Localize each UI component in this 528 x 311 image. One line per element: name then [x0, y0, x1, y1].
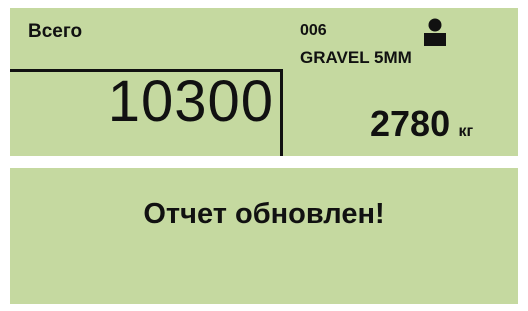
total-value: 10300: [107, 69, 274, 134]
weight-value: 2780: [370, 103, 451, 144]
weight-unit: кг: [458, 123, 474, 140]
report-updated-message: Отчет обновлен!: [143, 198, 385, 230]
person-icon: [424, 18, 446, 46]
scale-status-panel: Всего 10300 006 GRAVEL 5ММ 2780 кг: [10, 8, 518, 156]
product-code: 006: [300, 22, 327, 39]
weight-display: 2780 кг: [370, 103, 473, 145]
notification-panel: Отчет обновлен!: [10, 168, 518, 304]
material-name: GRAVEL 5ММ: [300, 48, 412, 67]
total-label: Всего: [28, 21, 83, 42]
